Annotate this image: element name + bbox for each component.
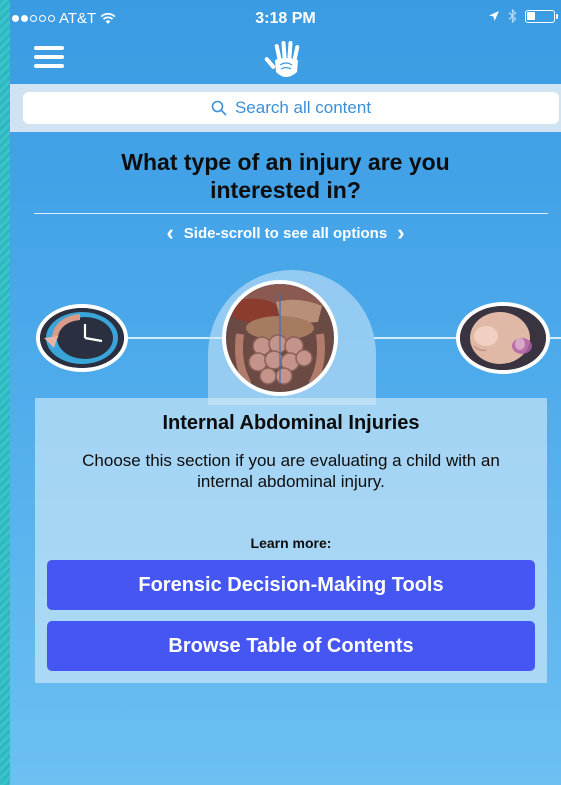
carousel-connector xyxy=(550,337,561,339)
hand-logo-icon[interactable] xyxy=(263,38,309,84)
page-title: What type of an injury are you intereste… xyxy=(121,149,450,203)
search-icon xyxy=(211,100,227,116)
location-arrow-icon xyxy=(489,11,499,21)
carousel-item-head[interactable] xyxy=(456,302,550,374)
browse-toc-button[interactable]: Browse Table of Contents xyxy=(47,621,535,671)
search-input[interactable]: Search all content xyxy=(23,92,559,124)
side-scroll-hint: ‹ Side-scroll to see all options › xyxy=(10,222,561,244)
status-right xyxy=(488,9,558,23)
selected-section-card: Internal Abdominal Injuries Choose this … xyxy=(35,398,547,683)
chevron-right-icon[interactable]: › xyxy=(397,222,404,244)
carousel-item-abdominal[interactable] xyxy=(208,270,376,405)
status-bar: AT&T 3:18 PM xyxy=(10,0,561,38)
hint-text: Side-scroll to see all options xyxy=(183,224,388,242)
clock-injury-icon xyxy=(40,308,124,368)
section-title: Internal Abdominal Injuries xyxy=(162,412,420,434)
bluetooth-icon xyxy=(508,9,517,23)
learn-more-label: Learn more: xyxy=(250,535,332,551)
search-bar: Search all content xyxy=(10,84,561,132)
infant-head-image xyxy=(460,306,546,370)
forensic-tools-button[interactable]: Forensic Decision-Making Tools xyxy=(47,560,535,610)
battery-icon xyxy=(525,9,558,23)
app-screen: AT&T 3:18 PM Search all content What typ… xyxy=(10,0,561,785)
status-time: 3:18 PM xyxy=(255,10,316,27)
nav-bar xyxy=(10,38,561,84)
hamburger-menu-icon[interactable] xyxy=(34,46,64,70)
carousel-item-clock[interactable] xyxy=(36,304,128,372)
abdominal-organs-image xyxy=(222,280,338,396)
section-description: Choose this section if you are evaluatin… xyxy=(82,451,500,491)
search-placeholder: Search all content xyxy=(234,98,372,117)
carousel-connector xyxy=(374,337,456,339)
chevron-left-icon[interactable]: ‹ xyxy=(166,222,173,244)
injury-carousel[interactable] xyxy=(10,270,561,405)
title-divider xyxy=(34,213,548,214)
